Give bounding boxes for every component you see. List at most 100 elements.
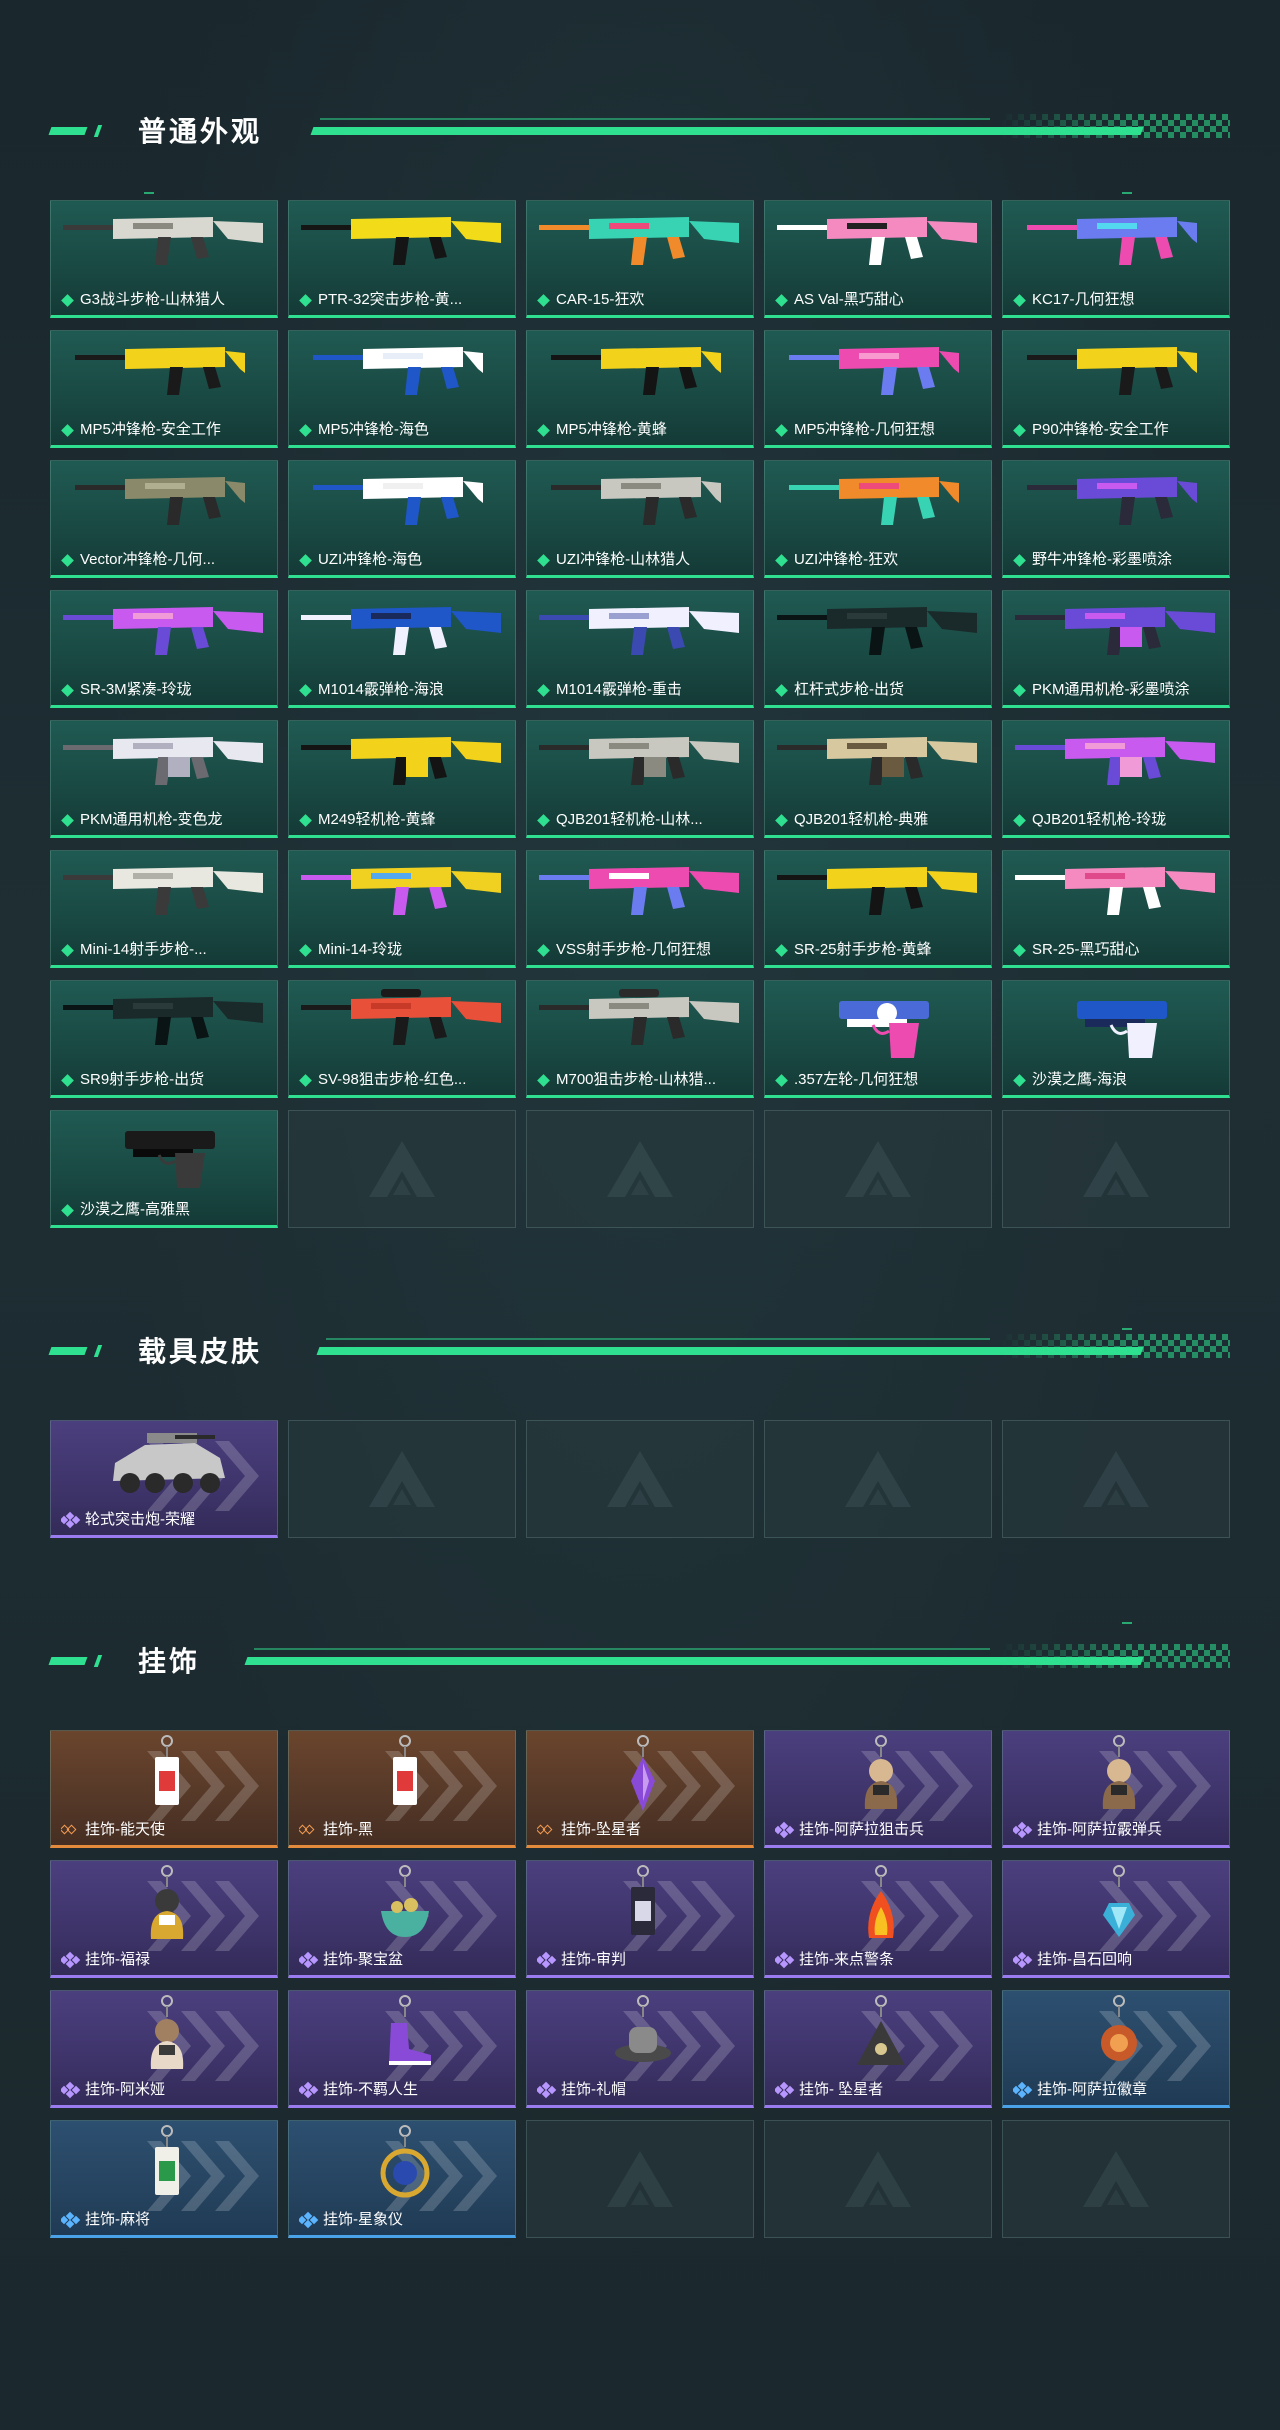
item-card[interactable]: SR-25射手步枪-黄蜂 bbox=[764, 850, 992, 968]
item-card[interactable]: MP5冲锋枪-黄蜂 bbox=[526, 330, 754, 448]
item-card[interactable]: M700狙击步枪-山林猎... bbox=[526, 980, 754, 1098]
rarity-purple-icon bbox=[537, 1951, 557, 1969]
item-card[interactable]: M1014霰弹枪-重击 bbox=[526, 590, 754, 708]
section-header: 挂饰 bbox=[0, 1628, 1280, 1688]
item-card[interactable]: M1014霰弹枪-海浪 bbox=[288, 590, 516, 708]
item-card[interactable]: G3战斗步枪-山林猎人 bbox=[50, 200, 278, 318]
rarity-green-icon bbox=[61, 813, 74, 827]
item-name: PKM通用机枪-彩墨喷涂 bbox=[1032, 681, 1190, 698]
item-card[interactable]: 挂饰-不羁人生 bbox=[288, 1990, 516, 2108]
item-card[interactable]: 轮式突击炮-荣耀 bbox=[50, 1420, 278, 1538]
empty-slot bbox=[288, 1420, 516, 1538]
item-card[interactable]: 挂饰- 坠星者 bbox=[764, 1990, 992, 2108]
rarity-green-icon bbox=[537, 813, 550, 827]
item-label-row: 沙漠之鹰-高雅黑 bbox=[61, 1201, 271, 1219]
item-card[interactable]: 沙漠之鹰-高雅黑 bbox=[50, 1110, 278, 1228]
charm-figure-icon bbox=[1102, 1735, 1136, 1809]
charm-figure-icon bbox=[150, 1865, 184, 1939]
item-card[interactable]: 挂饰-阿萨拉狙击兵 bbox=[764, 1730, 992, 1848]
item-card[interactable]: QJB201轻机枪-山林... bbox=[526, 720, 754, 838]
item-card[interactable]: MP5冲锋枪-安全工作 bbox=[50, 330, 278, 448]
item-card[interactable]: 野牛冲锋枪-彩墨喷涂 bbox=[1002, 460, 1230, 578]
item-card[interactable]: SR9射手步枪-出货 bbox=[50, 980, 278, 1098]
item-card[interactable]: UZI冲锋枪-狂欢 bbox=[764, 460, 992, 578]
item-card[interactable]: 杠杆式步枪-出货 bbox=[764, 590, 992, 708]
item-label-row: 杠杆式步枪-出货 bbox=[775, 681, 985, 699]
item-card[interactable]: 挂饰-阿米娅 bbox=[50, 1990, 278, 2108]
rarity-orange-icon bbox=[299, 1823, 317, 1837]
rarity-green-icon bbox=[775, 1073, 788, 1087]
item-card[interactable]: Mini-14-玲珑 bbox=[288, 850, 516, 968]
item-label-row: PTR-32突击步枪-黄... bbox=[299, 291, 509, 309]
item-card[interactable]: 挂饰-阿萨拉徽章 bbox=[1002, 1990, 1230, 2108]
charm-figure-icon bbox=[150, 1995, 184, 2069]
item-card[interactable]: SR-3M紧凑-玲珑 bbox=[50, 590, 278, 708]
item-card[interactable]: 挂饰-昌石回响 bbox=[1002, 1860, 1230, 1978]
section-header: 载具皮肤 bbox=[0, 1318, 1280, 1378]
item-name: 挂饰-阿萨拉狙击兵 bbox=[799, 1821, 924, 1838]
item-card[interactable]: 挂饰-聚宝盆 bbox=[288, 1860, 516, 1978]
item-name: SR-3M紧凑-玲珑 bbox=[80, 681, 192, 698]
smg-icon bbox=[551, 347, 721, 395]
item-card[interactable]: 挂饰-审判 bbox=[526, 1860, 754, 1978]
item-card[interactable]: UZI冲锋枪-海色 bbox=[288, 460, 516, 578]
item-card[interactable]: 挂饰-能天使 bbox=[50, 1730, 278, 1848]
rarity-orange-icon bbox=[61, 1823, 79, 1837]
rifle-icon bbox=[777, 607, 977, 655]
header-checker-pattern bbox=[1000, 1644, 1230, 1668]
item-card[interactable]: PKM通用机枪-彩墨喷涂 bbox=[1002, 590, 1230, 708]
empty-slot bbox=[1002, 1420, 1230, 1538]
item-card[interactable]: 挂饰-福禄 bbox=[50, 1860, 278, 1978]
item-card[interactable]: CAR-15-狂欢 bbox=[526, 200, 754, 318]
item-name: SR9射手步枪-出货 bbox=[80, 1071, 205, 1088]
item-label-row: 挂饰-阿萨拉徽章 bbox=[1013, 2081, 1223, 2099]
mg-icon bbox=[777, 737, 977, 785]
item-card[interactable]: 挂饰-礼帽 bbox=[526, 1990, 754, 2108]
item-card[interactable]: AS Val-黑巧甜心 bbox=[764, 200, 992, 318]
item-label-row: Vector冲锋枪-几何... bbox=[61, 551, 271, 569]
charm-tile-icon bbox=[155, 2125, 179, 2195]
item-label-row: SR-25-黑巧甜心 bbox=[1013, 941, 1223, 959]
item-card[interactable]: SV-98狙击步枪-红色... bbox=[288, 980, 516, 1098]
item-card[interactable]: UZI冲锋枪-山林猎人 bbox=[526, 460, 754, 578]
item-card[interactable]: QJB201轻机枪-典雅 bbox=[764, 720, 992, 838]
item-card[interactable]: MP5冲锋枪-几何狂想 bbox=[764, 330, 992, 448]
game-logo-icon bbox=[1083, 1141, 1149, 1197]
item-name: 沙漠之鹰-海浪 bbox=[1032, 1071, 1127, 1088]
item-card[interactable]: .357左轮-几何狂想 bbox=[764, 980, 992, 1098]
item-card[interactable]: PTR-32突击步枪-黄... bbox=[288, 200, 516, 318]
rarity-green-icon bbox=[537, 553, 550, 567]
item-card[interactable]: Vector冲锋枪-几何... bbox=[50, 460, 278, 578]
item-card[interactable]: 挂饰-来点警条 bbox=[764, 1860, 992, 1978]
item-card[interactable]: Mini-14射手步枪-... bbox=[50, 850, 278, 968]
smg-icon bbox=[313, 347, 483, 395]
item-card[interactable]: 挂饰-星象仪 bbox=[288, 2120, 516, 2238]
item-card[interactable]: P90冲锋枪-安全工作 bbox=[1002, 330, 1230, 448]
rifle-icon bbox=[63, 867, 263, 915]
section-title: 载具皮肤 bbox=[138, 1336, 263, 1367]
item-card[interactable]: M249轻机枪-黄蜂 bbox=[288, 720, 516, 838]
item-card[interactable]: MP5冲锋枪-海色 bbox=[288, 330, 516, 448]
empty-slot bbox=[764, 2120, 992, 2238]
item-label-row: G3战斗步枪-山林猎人 bbox=[61, 291, 271, 309]
item-label-row: 野牛冲锋枪-彩墨喷涂 bbox=[1013, 551, 1223, 569]
rarity-green-icon bbox=[61, 553, 74, 567]
item-card[interactable]: QJB201轻机枪-玲珑 bbox=[1002, 720, 1230, 838]
rifle-icon bbox=[539, 867, 739, 915]
rarity-green-icon bbox=[61, 1073, 74, 1087]
item-name: 挂饰-不羁人生 bbox=[323, 2081, 418, 2098]
item-name: M1014霰弹枪-海浪 bbox=[318, 681, 444, 698]
item-card[interactable]: 挂饰-阿萨拉霰弹兵 bbox=[1002, 1730, 1230, 1848]
item-name: 挂饰-来点警条 bbox=[799, 1951, 894, 1968]
item-name: 挂饰-能天使 bbox=[85, 1821, 165, 1838]
item-card[interactable]: KC17-几何狂想 bbox=[1002, 200, 1230, 318]
item-card[interactable]: SR-25-黑巧甜心 bbox=[1002, 850, 1230, 968]
item-card[interactable]: 挂饰-坠星者 bbox=[526, 1730, 754, 1848]
item-card[interactable]: PKM通用机枪-变色龙 bbox=[50, 720, 278, 838]
item-card[interactable]: VSS射手步枪-几何狂想 bbox=[526, 850, 754, 968]
item-card[interactable]: 挂饰-麻将 bbox=[50, 2120, 278, 2238]
game-logo-icon bbox=[1083, 2151, 1149, 2207]
rarity-purple-icon bbox=[61, 2081, 81, 2099]
item-card[interactable]: 沙漠之鹰-海浪 bbox=[1002, 980, 1230, 1098]
item-card[interactable]: 挂饰-黑 bbox=[288, 1730, 516, 1848]
